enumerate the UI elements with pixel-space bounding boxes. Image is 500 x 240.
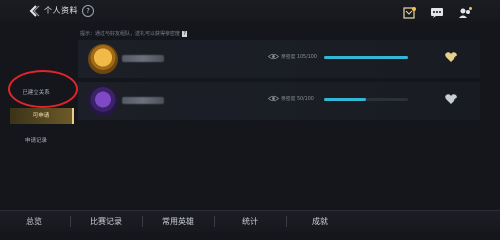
page-title: 个人资料	[44, 6, 78, 15]
list-item[interactable]: 亲密度 50/100	[78, 82, 480, 120]
friends-icon[interactable]	[458, 4, 472, 18]
heart-plus-icon[interactable]	[444, 93, 458, 105]
intimacy-progress-bar	[324, 98, 408, 101]
player-name-blurred	[122, 55, 164, 62]
intimacy-progress-fill	[324, 56, 408, 59]
intimacy-value: 50/100	[296, 97, 314, 102]
bottom-tab-bar: 总览 比赛记录 常用英雄 统计 成就	[0, 210, 500, 232]
player-name-blurred	[122, 97, 164, 104]
notice-help-icon[interactable]: ?	[182, 30, 188, 37]
sidebar-item-application-records[interactable]: 申请记录	[0, 136, 72, 144]
help-icon[interactable]: ?	[82, 5, 94, 17]
highlight-circle	[8, 70, 78, 108]
tab-divider	[214, 216, 215, 227]
tab-divider	[142, 216, 143, 227]
back-icon[interactable]	[28, 5, 40, 17]
avatar[interactable]	[88, 86, 118, 116]
chat-icon[interactable]	[430, 4, 444, 18]
mail-icon[interactable]	[402, 4, 416, 19]
heart-plus-icon[interactable]	[444, 51, 458, 63]
list-item[interactable]: 亲密度 105/100	[78, 40, 480, 78]
intimacy-label: 亲密度	[281, 55, 296, 60]
tab-divider	[70, 216, 71, 227]
intimacy-label: 亲密度	[281, 97, 296, 102]
sidebar: 已建立关系 可申请 申请记录	[0, 40, 74, 210]
top-bar: 个人资料 ?	[0, 0, 500, 22]
intimacy-progress-fill	[324, 98, 366, 101]
tab-statistics[interactable]: 统计	[242, 216, 258, 227]
intimacy-value: 105/100	[296, 55, 317, 60]
sidebar-item-applicable[interactable]: 可申请	[10, 108, 74, 124]
avatar[interactable]	[88, 44, 118, 74]
eye-icon	[268, 95, 279, 102]
tab-overview[interactable]: 总览	[26, 216, 42, 227]
tab-match-history[interactable]: 比赛记录	[90, 216, 122, 227]
eye-icon	[268, 53, 279, 60]
notice-text: 提示：通过与好友组队，送礼可以获得亲密度?	[80, 30, 188, 37]
tab-achievements[interactable]: 成就	[312, 216, 328, 227]
tab-divider	[286, 216, 287, 227]
intimacy-progress-bar	[324, 56, 408, 59]
tab-common-heroes[interactable]: 常用英雄	[162, 216, 194, 227]
relationship-list: 亲密度 105/100 亲密度 50/100	[78, 40, 480, 124]
